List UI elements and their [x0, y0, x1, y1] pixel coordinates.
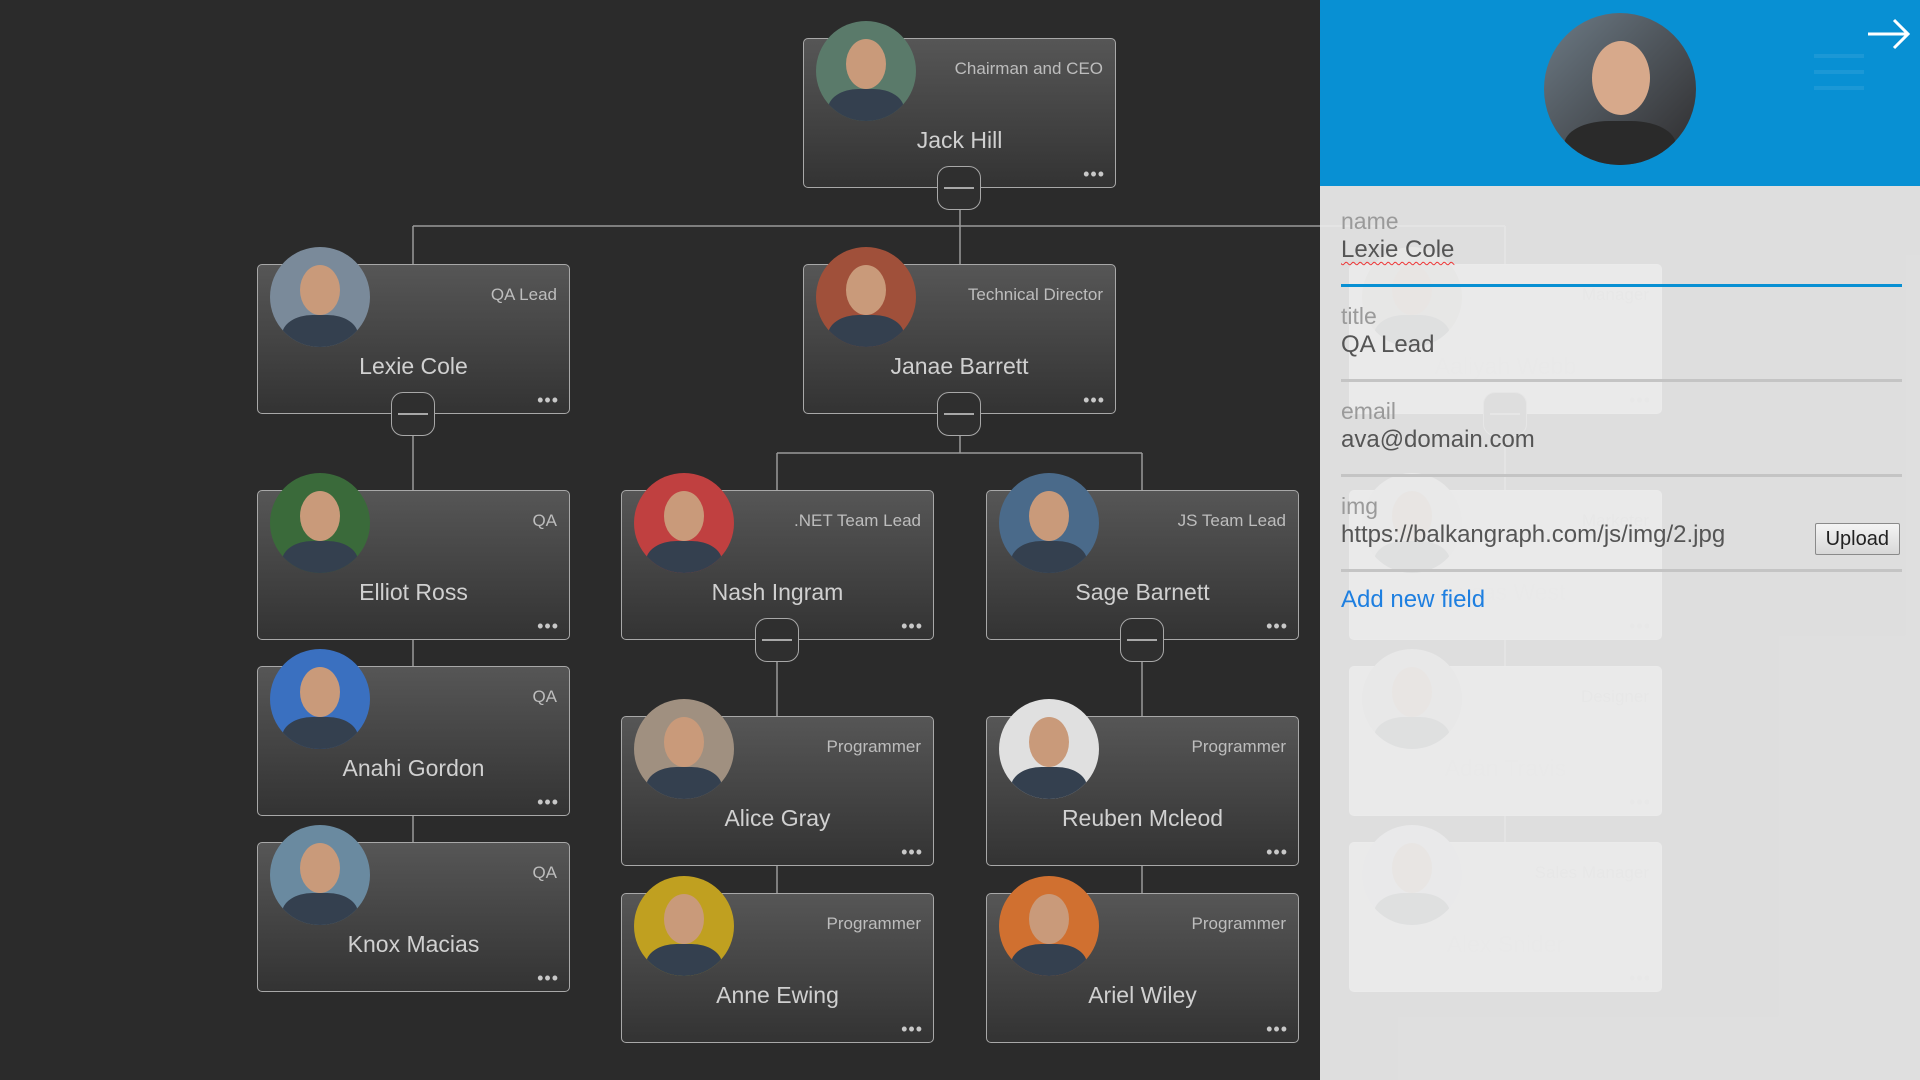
employee-title: Chairman and CEO — [954, 59, 1103, 78]
employee-card[interactable]: Programmer Alice Gray ••• — [621, 699, 934, 866]
employee-card[interactable]: QA Anahi Gordon ••• — [257, 649, 570, 816]
employee-photo — [270, 247, 370, 347]
name-input[interactable]: Lexie Cole — [1341, 236, 1454, 264]
employee-card[interactable]: Programmer Reuben Mcleod ••• — [986, 699, 1299, 866]
email-input[interactable]: ava@domain.com — [1341, 426, 1535, 454]
add-new-field-link[interactable]: Add new field — [1341, 586, 1485, 614]
ellipsis-icon[interactable]: ••• — [537, 793, 559, 811]
ellipsis-icon[interactable]: ••• — [537, 391, 559, 409]
ellipsis-icon[interactable]: ••• — [901, 1020, 923, 1038]
employee-name: Lexie Cole — [359, 353, 468, 379]
collapse-toggle[interactable] — [1120, 618, 1164, 662]
employee-photo — [999, 876, 1099, 976]
arrow-right-icon[interactable] — [1866, 14, 1912, 54]
field-label: email — [1341, 398, 1396, 424]
img-field[interactable]: img https://balkangraph.com/js/img/2.jpg… — [1341, 493, 1902, 572]
employee-name: Jack Hill — [916, 127, 1003, 153]
employee-photo — [999, 699, 1099, 799]
collapse-toggle[interactable] — [937, 392, 981, 436]
employee-card[interactable]: QA Knox Macias ••• — [257, 825, 570, 992]
employee-photo — [270, 649, 370, 749]
field-label: title — [1341, 303, 1377, 329]
title-field[interactable]: title QA Lead — [1341, 303, 1902, 382]
img-input[interactable]: https://balkangraph.com/js/img/2.jpg — [1341, 521, 1725, 549]
profile-photo — [1544, 13, 1696, 165]
employee-name: Anne Ewing — [716, 982, 839, 1008]
ellipsis-icon[interactable]: ••• — [901, 843, 923, 861]
ellipsis-icon[interactable]: ••• — [901, 617, 923, 635]
employee-name: Anahi Gordon — [342, 755, 485, 781]
employee-title: QA — [532, 863, 557, 882]
field-label: name — [1341, 208, 1399, 234]
collapse-toggle[interactable] — [937, 166, 981, 210]
employee-name: Ariel Wiley — [1088, 982, 1197, 1008]
ellipsis-icon[interactable]: ••• — [537, 617, 559, 635]
employee-title: Programmer — [826, 914, 921, 933]
menu-icon[interactable] — [1814, 54, 1864, 102]
ellipsis-icon[interactable]: ••• — [1083, 165, 1105, 183]
employee-name: Alice Gray — [724, 805, 831, 831]
employee-name: Janae Barrett — [890, 353, 1029, 379]
employee-card[interactable]: Programmer Ariel Wiley ••• — [986, 876, 1299, 1043]
employee-photo — [270, 473, 370, 573]
employee-title: Programmer — [1191, 737, 1286, 756]
employee-photo — [634, 876, 734, 976]
ellipsis-icon[interactable]: ••• — [537, 969, 559, 987]
employee-name: Reuben Mcleod — [1061, 805, 1224, 831]
collapse-toggle[interactable] — [755, 618, 799, 662]
employee-photo — [634, 699, 734, 799]
employee-photo — [999, 473, 1099, 573]
upload-button[interactable]: Upload — [1814, 523, 1900, 555]
employee-photo — [816, 21, 916, 121]
field-label: img — [1341, 493, 1379, 519]
ellipsis-icon[interactable]: ••• — [1266, 843, 1288, 861]
collapse-toggle[interactable] — [391, 392, 435, 436]
ellipsis-icon[interactable]: ••• — [1266, 1020, 1288, 1038]
edit-panel: name Lexie Cole title QA Lead email ava@… — [1320, 0, 1920, 1080]
employee-name: Nash Ingram — [711, 579, 844, 605]
employee-title: JS Team Lead — [1177, 511, 1286, 530]
employee-photo — [634, 473, 734, 573]
ellipsis-icon[interactable]: ••• — [1266, 617, 1288, 635]
ellipsis-icon[interactable]: ••• — [1083, 391, 1105, 409]
employee-title: Programmer — [1191, 914, 1286, 933]
employee-title: QA — [532, 511, 557, 530]
employee-name: Sage Barnett — [1075, 579, 1210, 605]
employee-title: QA Lead — [490, 285, 557, 304]
employee-photo — [270, 825, 370, 925]
employee-title: Technical Director — [967, 285, 1103, 304]
title-input[interactable]: QA Lead — [1341, 331, 1434, 359]
name-field[interactable]: name Lexie Cole — [1341, 208, 1902, 287]
email-field[interactable]: email ava@domain.com — [1341, 398, 1902, 477]
employee-name: Knox Macias — [347, 931, 480, 957]
edit-panel-header — [1320, 0, 1920, 186]
employee-card[interactable]: QA Elliot Ross ••• — [257, 473, 570, 640]
employee-title: Programmer — [826, 737, 921, 756]
employee-card[interactable]: Programmer Anne Ewing ••• — [621, 876, 934, 1043]
employee-photo — [816, 247, 916, 347]
employee-name: Elliot Ross — [359, 579, 468, 605]
employee-title: .NET Team Lead — [794, 511, 921, 530]
employee-title: QA — [532, 687, 557, 706]
